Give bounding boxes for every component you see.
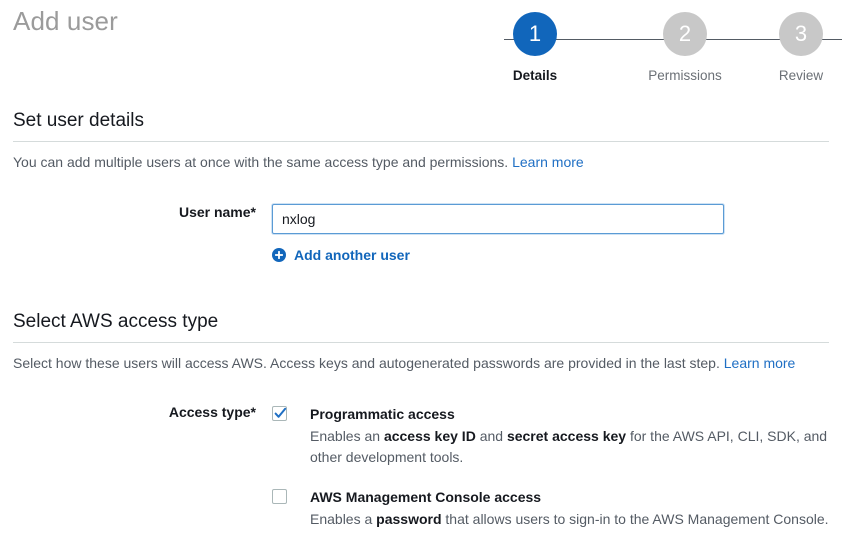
- wizard-step-3-label: Review: [779, 68, 823, 83]
- programmatic-access-desc-bold1: access key ID: [384, 428, 476, 444]
- wizard-step-details[interactable]: 1 Details: [460, 12, 610, 83]
- console-access-body: AWS Management Console access Enables a …: [310, 487, 829, 531]
- learn-more-link-access-type[interactable]: Learn more: [724, 355, 796, 371]
- select-access-type-description-text: Select how these users will access AWS. …: [13, 355, 720, 371]
- access-type-option-programmatic[interactable]: Programmatic access Enables an access ke…: [272, 404, 829, 469]
- add-another-user-button[interactable]: Add another user: [272, 247, 410, 263]
- set-user-details-section: Set user details You can add multiple us…: [0, 110, 842, 267]
- wizard-step-1-circle: 1: [513, 12, 557, 56]
- console-access-title: AWS Management Console access: [310, 487, 829, 508]
- wizard-step-2-circle: 2: [663, 12, 707, 56]
- console-access-desc-bold1: password: [376, 511, 441, 527]
- select-access-type-heading: Select AWS access type: [13, 311, 829, 342]
- wizard-step-2-label: Permissions: [648, 68, 722, 83]
- wizard-step-1-label: Details: [513, 68, 557, 83]
- select-access-type-description: Select how these users will access AWS. …: [13, 343, 829, 373]
- programmatic-access-desc-bold2: secret access key: [507, 428, 626, 444]
- user-name-row: User name* Add another user: [13, 204, 829, 267]
- programmatic-access-desc-part1: Enables an: [310, 428, 384, 444]
- wizard-step-permissions[interactable]: 2 Permissions: [610, 12, 760, 83]
- set-user-details-heading: Set user details: [13, 110, 829, 141]
- page-title: Add user: [13, 6, 118, 37]
- wizard-step-3-circle: 3: [779, 12, 823, 56]
- user-name-input[interactable]: [272, 204, 724, 234]
- learn-more-link-user-details[interactable]: Learn more: [512, 154, 584, 170]
- access-type-row: Access type* Programmatic access Enables…: [13, 404, 829, 530]
- wizard-step-review[interactable]: 3 Review: [760, 12, 842, 83]
- programmatic-access-checkbox[interactable]: [272, 406, 287, 421]
- page-header: Add user 1 Details 2 Permissions 3 Revie…: [0, 0, 842, 110]
- user-name-label: User name*: [13, 204, 272, 220]
- programmatic-access-body: Programmatic access Enables an access ke…: [310, 404, 829, 469]
- access-type-label: Access type*: [13, 404, 272, 420]
- console-access-checkbox[interactable]: [272, 489, 287, 504]
- select-aws-access-type-section: Select AWS access type Select how these …: [0, 311, 842, 530]
- checkmark-icon: [274, 407, 287, 420]
- console-access-desc-part2: that allows users to sign-in to the AWS …: [442, 511, 829, 527]
- programmatic-access-title: Programmatic access: [310, 404, 829, 425]
- access-type-option-console[interactable]: AWS Management Console access Enables a …: [272, 487, 829, 531]
- wizard-progress-indicator: 1 Details 2 Permissions 3 Review: [460, 12, 842, 102]
- add-another-user-label: Add another user: [294, 247, 410, 263]
- set-user-details-description-text: You can add multiple users at once with …: [13, 154, 508, 170]
- console-access-desc-part1: Enables a: [310, 511, 376, 527]
- plus-circle-icon: [272, 248, 286, 262]
- programmatic-access-desc-part2: and: [476, 428, 507, 444]
- set-user-details-description: You can add multiple users at once with …: [13, 142, 829, 172]
